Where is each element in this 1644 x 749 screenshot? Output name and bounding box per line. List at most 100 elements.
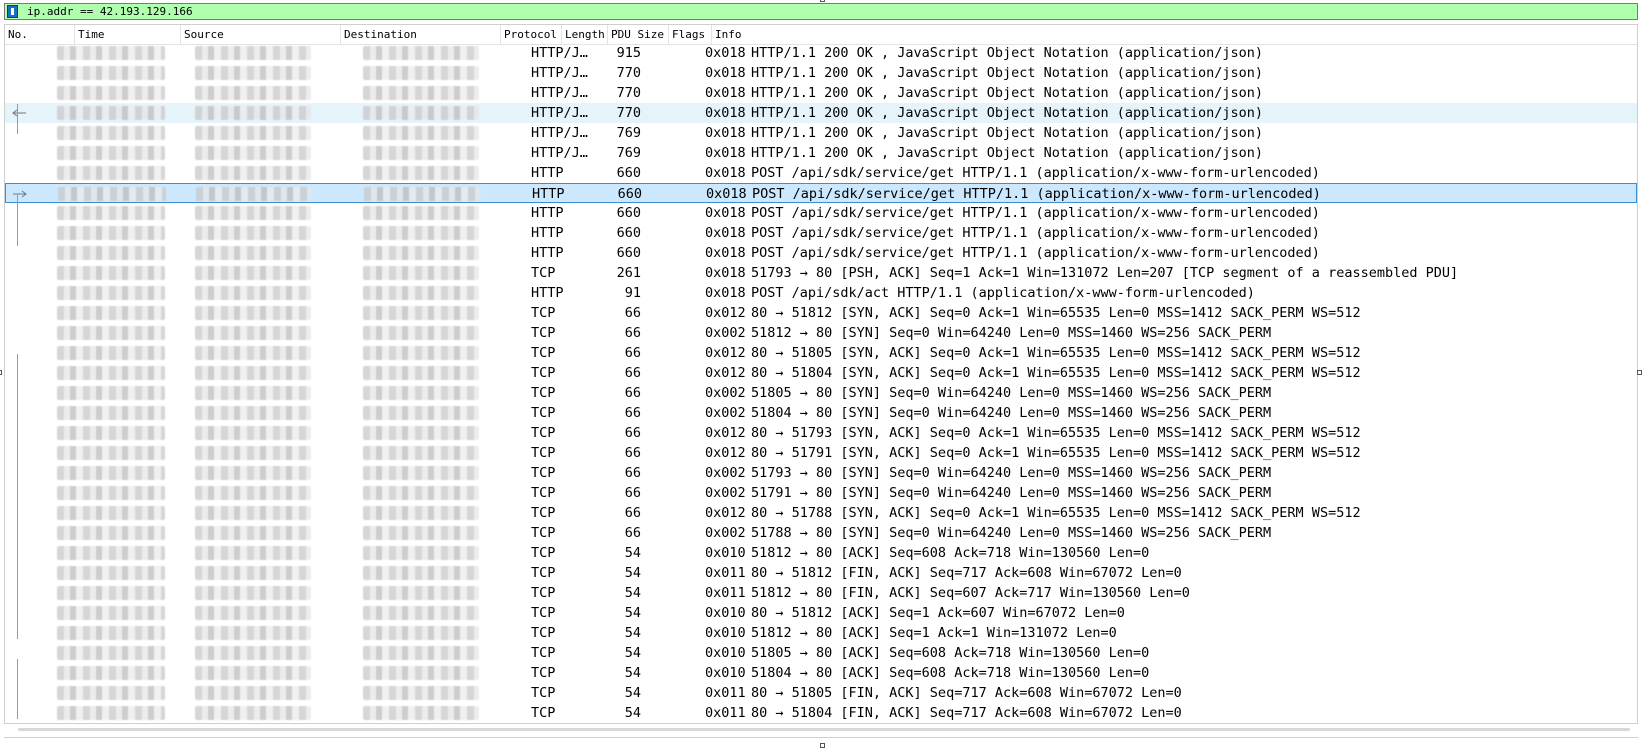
- packet-row[interactable]: TCP 66 0x012 80 → 51804 [SYN, ACK] Seq=0 Ac…: [5, 363, 1637, 383]
- redacted-destination: [364, 187, 480, 201]
- redacted-source: [195, 266, 311, 280]
- redacted-destination: [363, 86, 479, 100]
- packet-row[interactable]: HTTP 660 0x018 POST /api/sdk/service/get HT…: [5, 183, 1637, 203]
- packet-row[interactable]: HTTP/J… 769 0x018 HTTP/1.1 200 OK , JavaScr…: [5, 143, 1637, 163]
- info-cell: HTTP/1.1 200 OK , JavaScript Object Nota…: [751, 145, 1264, 161]
- packet-row[interactable]: TCP 66 0x012 80 → 51812 [SYN, ACK] Seq=0 Ac…: [5, 303, 1637, 323]
- redacted-time: [57, 426, 165, 440]
- length-cell: 66: [624, 365, 641, 381]
- packet-row[interactable]: HTTP/J… 915 0x018 HTTP/1.1 200 OK , JavaScr…: [5, 43, 1637, 63]
- packet-row[interactable]: HTTP 660 0x018 POST /api/sdk/service/get HT…: [5, 203, 1637, 223]
- redacted-destination: [363, 546, 479, 560]
- redacted-destination: [363, 326, 479, 340]
- packet-row[interactable]: TCP 66 0x002 51793 → 80 [SYN] Seq=0 Win=642…: [5, 463, 1637, 483]
- length-cell: 54: [624, 605, 641, 621]
- display-filter-input[interactable]: ip.addr == 42.193.129.166: [27, 5, 193, 19]
- packet-row[interactable]: TCP 66 0x002 51805 → 80 [SYN] Seq=0 Win=642…: [5, 383, 1637, 403]
- column-header-time[interactable]: Time: [75, 25, 181, 44]
- resize-handle-left[interactable]: [0, 370, 2, 375]
- column-header-flags[interactable]: Flags: [669, 25, 712, 44]
- packet-row[interactable]: HTTP 91 0x018 POST /api/sdk/act HTTP/1.1 (a…: [5, 283, 1637, 303]
- protocol-cell: TCP: [531, 265, 556, 281]
- redacted-time: [57, 166, 165, 180]
- resize-handle-right[interactable]: [1637, 370, 1642, 375]
- redacted-source: [195, 146, 311, 160]
- length-cell: 769: [616, 125, 641, 141]
- column-header-length[interactable]: Length: [562, 25, 608, 44]
- packet-row[interactable]: HTTP 660 0x018 POST /api/sdk/service/get HT…: [5, 223, 1637, 243]
- redacted-time: [57, 506, 165, 520]
- flags-cell: 0x002: [705, 525, 746, 541]
- column-header-protocol[interactable]: Protocol: [501, 25, 562, 44]
- protocol-cell: TCP: [531, 345, 556, 361]
- packet-list[interactable]: No. Time Source Destination Protocol Len…: [4, 24, 1638, 724]
- flags-cell: 0x012: [705, 445, 746, 461]
- redacted-source: [195, 466, 311, 480]
- packet-row[interactable]: HTTP/J… 769 0x018 HTTP/1.1 200 OK , JavaScr…: [5, 123, 1637, 143]
- redacted-destination: [363, 106, 479, 120]
- packet-row[interactable]: TCP 66 0x002 51812 → 80 [SYN] Seq=0 Win=642…: [5, 323, 1637, 343]
- redacted-destination: [363, 246, 479, 260]
- packet-row[interactable]: HTTP/J… 770 0x018 HTTP/1.1 200 OK , JavaScr…: [5, 63, 1637, 83]
- packet-row[interactable]: TCP 54 0x011 80 → 51805 [FIN, ACK] Seq=717 …: [5, 683, 1637, 703]
- packet-row[interactable]: HTTP 660 0x018 POST /api/sdk/service/get HT…: [5, 163, 1637, 183]
- redacted-source: [195, 486, 311, 500]
- length-cell: 66: [624, 405, 641, 421]
- bookmark-icon[interactable]: [7, 5, 18, 18]
- column-header-no[interactable]: No.: [5, 25, 75, 44]
- packet-row[interactable]: HTTP 660 0x018 POST /api/sdk/service/get HT…: [5, 243, 1637, 263]
- column-header-source[interactable]: Source: [181, 25, 341, 44]
- packet-row[interactable]: HTTP/J… 770 0x018 HTTP/1.1 200 OK , JavaScr…: [5, 83, 1637, 103]
- resize-handle-bottom[interactable]: [820, 743, 825, 748]
- redacted-destination: [363, 286, 479, 300]
- packet-row[interactable]: TCP 66 0x012 80 → 51791 [SYN, ACK] Seq=0 Ac…: [5, 443, 1637, 463]
- packet-row[interactable]: TCP 66 0x012 80 → 51793 [SYN, ACK] Seq=0 Ac…: [5, 423, 1637, 443]
- info-cell: POST /api/sdk/service/get HTTP/1.1 (appl…: [751, 245, 1320, 261]
- packet-row[interactable]: TCP 66 0x012 80 → 51805 [SYN, ACK] Seq=0 Ac…: [5, 343, 1637, 363]
- redacted-destination: [363, 366, 479, 380]
- length-cell: 66: [624, 505, 641, 521]
- info-cell: 51805 → 80 [ACK] Seq=608 Ack=718 Win=130…: [751, 645, 1150, 661]
- redacted-source: [195, 326, 311, 340]
- conversation-bracket: [17, 659, 18, 719]
- packet-row[interactable]: TCP 66 0x002 51791 → 80 [SYN] Seq=0 Win=642…: [5, 483, 1637, 503]
- redacted-destination: [363, 46, 479, 60]
- packet-row[interactable]: TCP 66 0x002 51788 → 80 [SYN] Seq=0 Win=642…: [5, 523, 1637, 543]
- packet-row[interactable]: TCP 261 0x018 51793 → 80 [PSH, ACK] Seq=1 A…: [5, 263, 1637, 283]
- protocol-cell: TCP: [531, 545, 556, 561]
- resize-handle-top[interactable]: [820, 0, 825, 2]
- redacted-source: [195, 286, 311, 300]
- packet-row[interactable]: TCP 54 0x010 51812 → 80 [ACK] Seq=1 Ack=1 W…: [5, 623, 1637, 643]
- packet-row[interactable]: TCP 54 0x010 51804 → 80 [ACK] Seq=608 Ack=7…: [5, 663, 1637, 683]
- flags-cell: 0x018: [705, 265, 746, 281]
- flags-cell: 0x018: [705, 125, 746, 141]
- protocol-cell: HTTP: [531, 225, 564, 241]
- flags-cell: 0x012: [705, 305, 746, 321]
- redacted-time: [57, 286, 165, 300]
- packet-row[interactable]: TCP 54 0x010 51805 → 80 [ACK] Seq=608 Ack=7…: [5, 643, 1637, 663]
- flags-cell: 0x018: [706, 186, 747, 202]
- packet-row[interactable]: TCP 54 0x011 80 → 51804 [FIN, ACK] Seq=717 …: [5, 703, 1637, 723]
- packet-row[interactable]: TCP 54 0x010 80 → 51812 [ACK] Seq=1 Ack=607…: [5, 603, 1637, 623]
- column-header-pdu-size[interactable]: PDU Size: [608, 25, 669, 44]
- redacted-source: [195, 426, 311, 440]
- packet-row[interactable]: TCP 54 0x011 51812 → 80 [FIN, ACK] Seq=607 …: [5, 583, 1637, 603]
- redacted-destination: [363, 666, 479, 680]
- length-cell: 770: [616, 65, 641, 81]
- packet-row[interactable]: TCP 66 0x012 80 → 51788 [SYN, ACK] Seq=0 Ac…: [5, 503, 1637, 523]
- packet-row[interactable]: TCP 66 0x002 51804 → 80 [SYN] Seq=0 Win=642…: [5, 403, 1637, 423]
- redacted-destination: [363, 606, 479, 620]
- flags-cell: 0x011: [705, 565, 746, 581]
- horizontal-scrollbar[interactable]: [18, 728, 1630, 731]
- packet-row[interactable]: TCP 54 0x010 51812 → 80 [ACK] Seq=608 Ack=7…: [5, 543, 1637, 563]
- display-filter-bar[interactable]: ip.addr == 42.193.129.166: [4, 3, 1638, 20]
- redacted-destination: [363, 426, 479, 440]
- packet-row[interactable]: HTTP/J… 770 0x018 HTTP/1.1 200 OK , JavaScr…: [5, 103, 1637, 123]
- column-header-destination[interactable]: Destination: [341, 25, 501, 44]
- protocol-cell: TCP: [531, 385, 556, 401]
- redacted-destination: [363, 166, 479, 180]
- column-header-info[interactable]: Info: [712, 25, 1637, 44]
- packet-row[interactable]: TCP 54 0x011 80 → 51812 [FIN, ACK] Seq=717 …: [5, 563, 1637, 583]
- flags-cell: 0x010: [705, 625, 746, 641]
- redacted-source: [195, 566, 311, 580]
